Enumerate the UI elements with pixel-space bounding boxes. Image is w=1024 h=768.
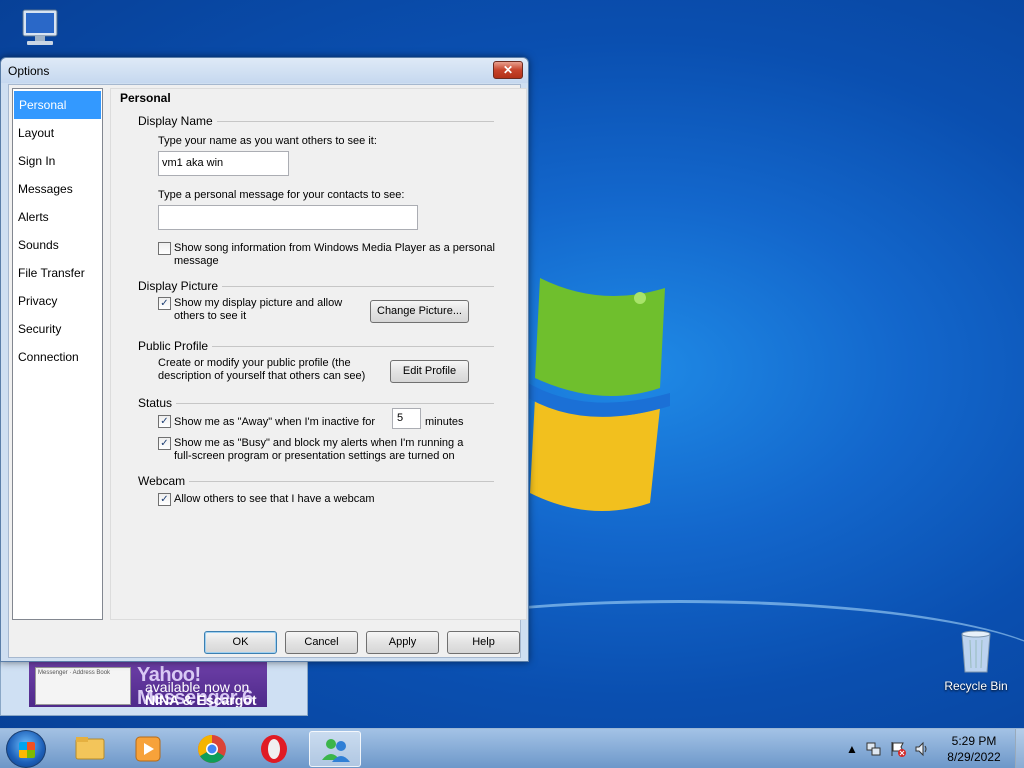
ad-screenshot: Messenger · Address Book xyxy=(35,667,131,705)
clock-time: 5:29 PM xyxy=(951,734,997,748)
away-checkbox[interactable]: ✓ xyxy=(158,415,171,428)
clock-date: 8/29/2022 xyxy=(947,750,1001,764)
ad-banner[interactable]: Messenger · Address Book Yahoo! Messenge… xyxy=(29,661,267,707)
name-prompt: Type your name as you want others to see… xyxy=(158,135,377,147)
check-icon: ✓ xyxy=(160,298,169,309)
check-icon: ✓ xyxy=(160,416,169,427)
show-picture-checkbox[interactable]: ✓ xyxy=(158,297,171,310)
section-label: Webcam xyxy=(138,474,190,488)
panel-title: Personal xyxy=(120,91,171,105)
message-prompt: Type a personal message for your contact… xyxy=(158,189,405,201)
clock[interactable]: 5:29 PM 8/29/2022 xyxy=(944,733,1004,765)
window-client: Personal Layout Sign In Messages Alerts … xyxy=(8,84,527,658)
chrome-task-button[interactable] xyxy=(186,731,238,767)
explorer-task-button[interactable] xyxy=(64,731,116,767)
ok-button[interactable]: OK xyxy=(204,631,277,654)
sidebar: Personal Layout Sign In Messages Alerts … xyxy=(12,88,103,620)
show-desktop-button[interactable] xyxy=(1015,729,1024,768)
public-profile-description: Create or modify your public profile (th… xyxy=(158,357,366,382)
settings-panel: Personal Display Name Type your name as … xyxy=(110,88,527,620)
section-display-picture: Display Picture xyxy=(138,279,494,293)
sidebar-item-connection[interactable]: Connection xyxy=(13,343,102,371)
apply-button[interactable]: Apply xyxy=(366,631,439,654)
taskbar: ▲ 5:29 PM 8/29/2022 xyxy=(0,728,1024,768)
chrome-icon xyxy=(198,735,226,763)
start-button[interactable] xyxy=(6,730,46,768)
recycle-bin-label: Recycle Bin xyxy=(944,679,1008,693)
opera-icon xyxy=(261,735,287,763)
options-window: Options ✕ Personal Layout Sign In Messag… xyxy=(0,57,529,662)
section-status: Status xyxy=(138,396,494,410)
title-bar[interactable]: Options ✕ xyxy=(1,58,528,83)
check-icon: ✓ xyxy=(160,438,169,449)
sidebar-item-file-transfer[interactable]: File Transfer xyxy=(13,259,102,287)
close-button[interactable]: ✕ xyxy=(493,61,523,79)
webcam-checkbox[interactable]: ✓ xyxy=(158,493,171,506)
away-minutes-field[interactable]: 5 xyxy=(392,408,421,429)
messenger-task-button[interactable] xyxy=(309,731,361,767)
section-label: Status xyxy=(138,396,177,410)
busy-checkbox[interactable]: ✓ xyxy=(158,437,171,450)
section-display-name: Display Name xyxy=(138,114,494,128)
song-info-label: Show song information from Windows Media… xyxy=(174,242,495,267)
display-name-field[interactable]: vm1 aka win xyxy=(158,151,289,176)
ad-window: Messenger · Address Book Yahoo! Messenge… xyxy=(0,656,308,716)
sidebar-item-messages[interactable]: Messages xyxy=(13,175,102,203)
change-picture-button[interactable]: Change Picture... xyxy=(370,300,469,323)
action-center-icon[interactable] xyxy=(890,741,906,757)
section-label: Public Profile xyxy=(138,339,213,353)
section-webcam: Webcam xyxy=(138,474,494,488)
edit-profile-button[interactable]: Edit Profile xyxy=(390,360,469,383)
webcam-label: Allow others to see that I have a webcam xyxy=(174,493,375,505)
ad-tagline: NINA & Escargot xyxy=(145,692,257,707)
sidebar-item-alerts[interactable]: Alerts xyxy=(13,203,102,231)
volume-icon[interactable] xyxy=(914,741,930,757)
minutes-label: minutes xyxy=(425,416,464,428)
cancel-button[interactable]: Cancel xyxy=(285,631,358,654)
sidebar-item-layout[interactable]: Layout xyxy=(13,119,102,147)
opera-task-button[interactable] xyxy=(248,731,300,767)
recycle-bin-icon[interactable]: Recycle Bin xyxy=(938,628,1014,693)
show-hidden-icons-icon[interactable]: ▲ xyxy=(846,742,862,758)
section-label: Display Name xyxy=(138,114,217,128)
busy-label: Show me as "Busy" and block my alerts wh… xyxy=(174,437,464,462)
section-label: Display Picture xyxy=(138,279,223,293)
sidebar-item-personal[interactable]: Personal xyxy=(14,91,101,119)
song-info-checkbox[interactable] xyxy=(158,242,171,255)
sidebar-item-security[interactable]: Security xyxy=(13,315,102,343)
check-icon: ✓ xyxy=(160,494,169,505)
show-picture-label: Show my display picture and allow others… xyxy=(174,297,343,322)
window-title: Options xyxy=(8,64,50,78)
messenger-icon xyxy=(322,739,350,762)
away-label: Show me as "Away" when I'm inactive for xyxy=(174,416,376,428)
media-player-task-button[interactable] xyxy=(122,731,174,767)
sidebar-item-sounds[interactable]: Sounds xyxy=(13,231,102,259)
computer-icon[interactable] xyxy=(12,8,68,56)
media-player-icon xyxy=(135,736,161,762)
close-icon: ✕ xyxy=(502,63,514,77)
sidebar-item-privacy[interactable]: Privacy xyxy=(13,287,102,315)
network-icon[interactable] xyxy=(866,741,882,757)
personal-message-field[interactable] xyxy=(158,205,418,230)
folder-icon xyxy=(75,737,105,760)
sidebar-item-sign-in[interactable]: Sign In xyxy=(13,147,102,175)
section-public-profile: Public Profile xyxy=(138,339,494,353)
help-button[interactable]: Help xyxy=(447,631,520,654)
windows-flag-icon xyxy=(19,742,35,758)
windows-logo-wallpaper xyxy=(520,278,670,511)
